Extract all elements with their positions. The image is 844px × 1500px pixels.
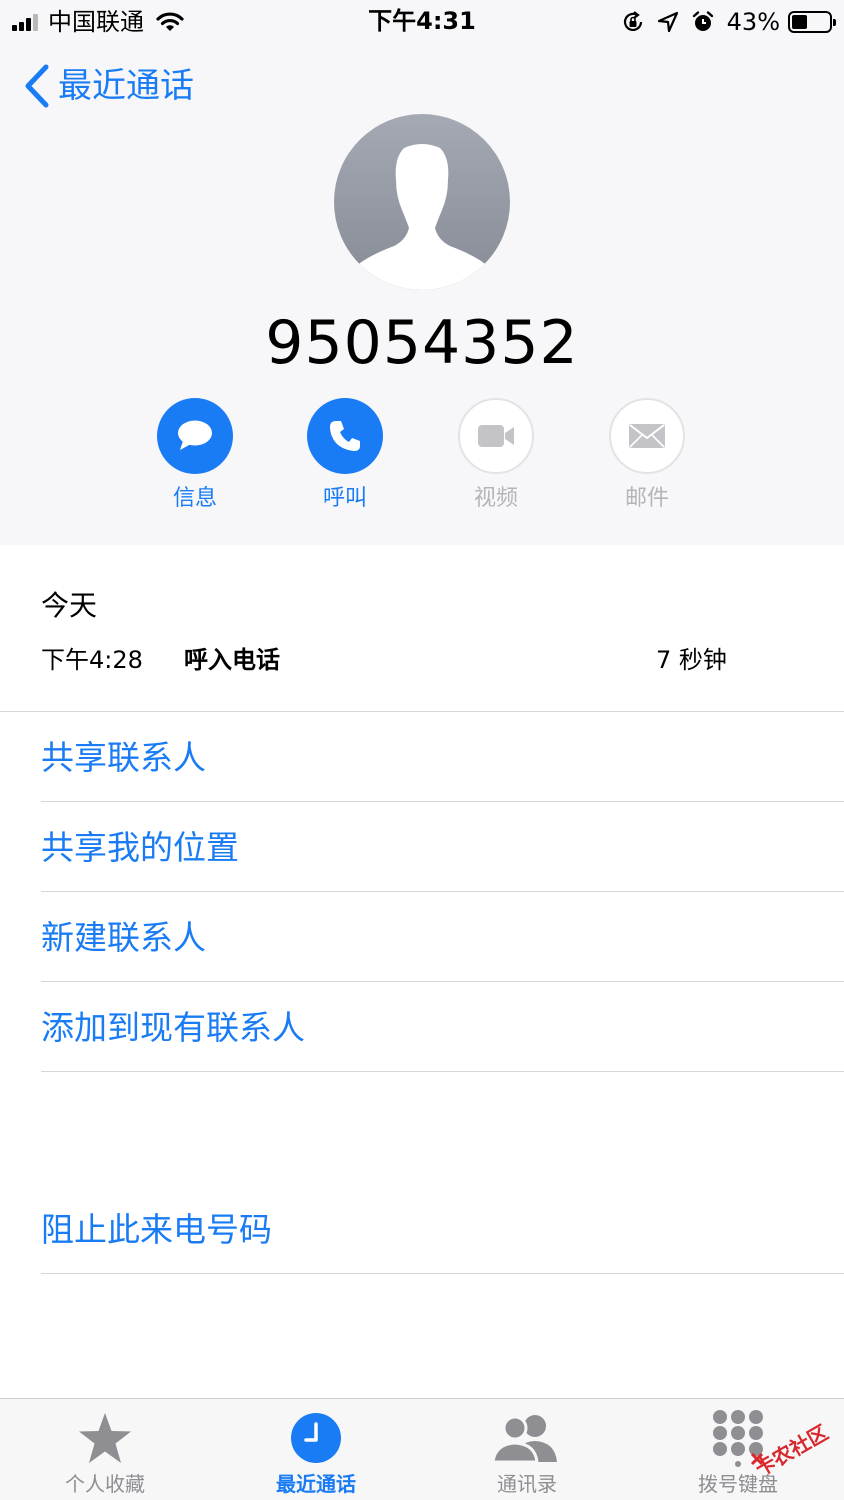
back-button[interactable]: 最近通话 <box>24 62 194 110</box>
share-contact-label: 共享联系人 <box>41 738 206 777</box>
new-contact-option[interactable]: 新建联系人 <box>41 892 844 982</box>
orientation-lock-icon <box>623 11 642 31</box>
call-duration: 7 秒钟 <box>656 646 727 674</box>
message-bubble-icon <box>178 420 212 450</box>
share-location-label: 共享我的位置 <box>41 828 239 867</box>
watermark-logo: 卡农社区 <box>751 1420 832 1481</box>
add-to-existing-label: 添加到现有联系人 <box>41 1008 305 1047</box>
status-right: 43% <box>621 8 836 36</box>
location-icon <box>657 11 678 33</box>
mail-button[interactable] <box>609 398 685 474</box>
status-bar: 中国联通 下午4:31 43% <box>0 0 844 44</box>
chevron-left-icon <box>25 64 49 108</box>
message-label: 信息 <box>172 486 217 511</box>
tab-recents[interactable]: 最近通话 <box>236 1399 396 1500</box>
phone-icon <box>330 421 360 451</box>
tab-contacts[interactable]: 通讯录 <box>447 1399 607 1500</box>
tab-favorites-label: 个人收藏 <box>65 1472 145 1496</box>
new-contact-label: 新建联系人 <box>41 918 206 957</box>
contact-avatar <box>334 114 510 290</box>
tab-recents-label: 最近通话 <box>276 1472 356 1496</box>
message-button[interactable] <box>157 398 233 474</box>
call-type: 呼入电话 <box>184 646 280 674</box>
back-label: 最近通话 <box>58 66 194 106</box>
tab-contacts-label: 通讯录 <box>497 1472 557 1496</box>
battery-level <box>792 15 808 29</box>
mail-label: 邮件 <box>624 486 669 511</box>
video-label: 视频 <box>473 486 518 511</box>
recents-day-label: 今天 <box>41 589 98 622</box>
alarm-icon <box>692 11 713 31</box>
tab-bar: 个人收藏 最近通话 通讯录 拨号键盘 <box>0 1398 844 1500</box>
add-to-existing-option[interactable]: 添加到现有联系人 <box>41 982 844 1072</box>
call-label: 呼叫 <box>322 486 367 511</box>
star-icon <box>79 1413 131 1463</box>
battery-icon <box>788 11 836 33</box>
mail-action[interactable]: 邮件 <box>587 398 707 514</box>
share-location-option[interactable]: 共享我的位置 <box>41 802 844 892</box>
tab-favorites[interactable]: 个人收藏 <box>25 1399 185 1500</box>
watermark-text: 卡农社区 <box>751 1420 832 1481</box>
contact-header: 中国联通 下午4:31 43% 最近通话 95054352 信息 呼叫 视频 邮… <box>0 0 844 545</box>
call-time: 下午4:28 <box>41 646 143 674</box>
envelope-icon <box>629 424 665 448</box>
clock-icon <box>291 1413 341 1463</box>
phone-number: 95054352 <box>265 308 579 378</box>
screen: 中国联通 下午4:31 43% 最近通话 95054352 信息 呼叫 视频 邮… <box>0 0 844 1500</box>
battery-percent: 43% <box>726 8 780 36</box>
video-camera-icon <box>478 425 514 447</box>
video-action[interactable]: 视频 <box>436 398 556 514</box>
call-action[interactable]: 呼叫 <box>285 398 405 514</box>
block-caller-option[interactable]: 阻止此来电号码 <box>41 1184 844 1274</box>
call-button[interactable] <box>307 398 383 474</box>
video-button[interactable] <box>458 398 534 474</box>
person-silhouette-icon <box>350 144 494 290</box>
block-caller-label: 阻止此来电号码 <box>41 1210 272 1249</box>
message-action[interactable]: 信息 <box>135 398 255 514</box>
share-contact-option[interactable]: 共享联系人 <box>41 712 844 802</box>
contacts-icon <box>491 1415 557 1464</box>
